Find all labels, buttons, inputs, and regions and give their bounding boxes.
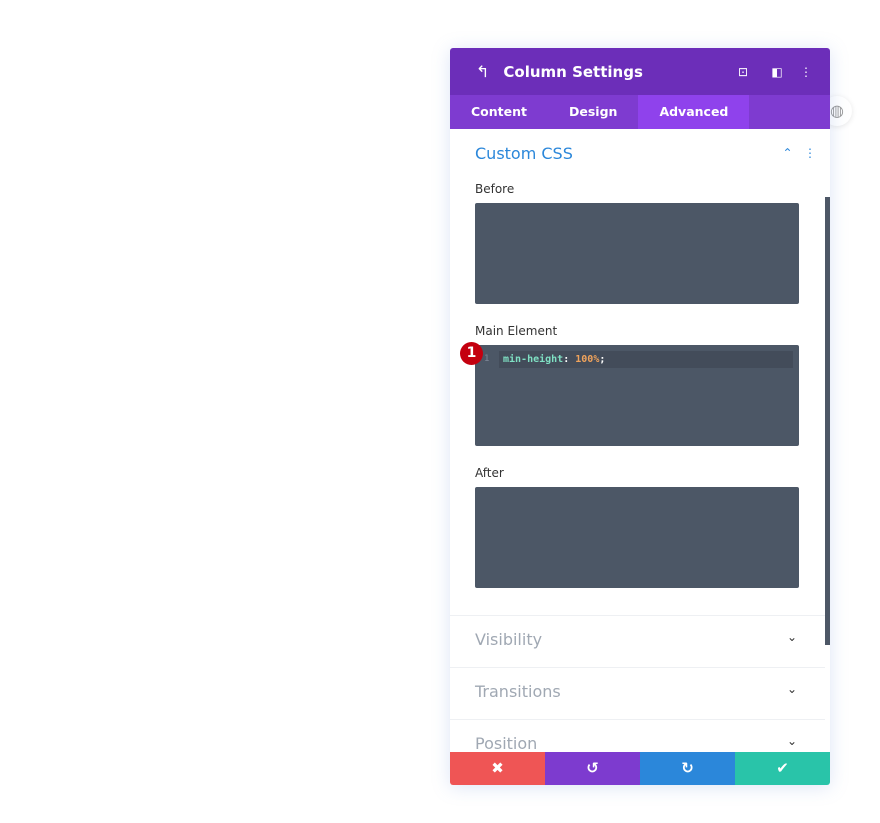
undo-button[interactable]: ↺ bbox=[545, 752, 640, 785]
undo-arrow-icon[interactable]: ↰ bbox=[476, 62, 489, 81]
section-visibility[interactable]: Visibility ⌄ bbox=[450, 615, 825, 667]
css-colon: : bbox=[563, 354, 576, 365]
annotation-badge: 1 bbox=[460, 342, 483, 365]
section-transitions[interactable]: Transitions ⌄ bbox=[450, 667, 825, 719]
more-icon[interactable]: ⋮ bbox=[804, 146, 816, 160]
section-label: Visibility bbox=[475, 630, 543, 649]
css-property: min-height bbox=[503, 354, 564, 365]
chevron-down-icon: ⌄ bbox=[786, 682, 797, 696]
column-settings-panel: ↰ Column Settings ⊡ ◧ ⋮ Content Design A… bbox=[450, 48, 830, 785]
main-element-css-editor[interactable]: 1 min-height: 100%; bbox=[475, 345, 799, 446]
section-title[interactable]: Custom CSS bbox=[475, 144, 573, 163]
field-label: Main Element bbox=[475, 324, 558, 338]
chevron-down-icon: ⌄ bbox=[786, 630, 797, 644]
section-controls[interactable]: ⌃ ⋮ bbox=[782, 146, 816, 160]
section-label: Position bbox=[475, 734, 538, 753]
split-view-icon[interactable]: ◧ bbox=[760, 65, 794, 79]
redo-button[interactable]: ↻ bbox=[640, 752, 735, 785]
tab-advanced[interactable]: Advanced bbox=[638, 95, 750, 129]
line-number: 1 bbox=[484, 354, 490, 364]
cancel-button[interactable]: ✖ bbox=[450, 752, 545, 785]
field-label: After bbox=[475, 466, 504, 480]
fullscreen-icon[interactable]: ⊡ bbox=[726, 65, 760, 79]
code-line: min-height: 100%; bbox=[499, 351, 793, 368]
chevron-down-icon: ⌄ bbox=[786, 734, 797, 748]
panel-title: Column Settings bbox=[503, 62, 643, 81]
footer-actions: ✖ ↺ ↻ ✔ bbox=[450, 752, 830, 785]
chevron-up-icon[interactable]: ⌃ bbox=[782, 146, 792, 160]
save-button[interactable]: ✔ bbox=[735, 752, 830, 785]
field-label: Before bbox=[475, 182, 515, 196]
before-css-editor[interactable] bbox=[475, 203, 799, 304]
tab-design[interactable]: Design bbox=[548, 95, 638, 129]
more-icon[interactable]: ⋮ bbox=[794, 65, 818, 79]
scrollbar[interactable] bbox=[825, 197, 830, 645]
after-css-editor[interactable] bbox=[475, 487, 799, 588]
css-semicolon: ; bbox=[599, 354, 606, 365]
tab-bar: Content Design Advanced bbox=[450, 95, 830, 129]
css-value: 100% bbox=[575, 354, 600, 365]
tab-content[interactable]: Content bbox=[450, 95, 548, 129]
panel-header: ↰ Column Settings ⊡ ◧ ⋮ bbox=[450, 48, 830, 95]
section-label: Transitions bbox=[475, 682, 561, 701]
